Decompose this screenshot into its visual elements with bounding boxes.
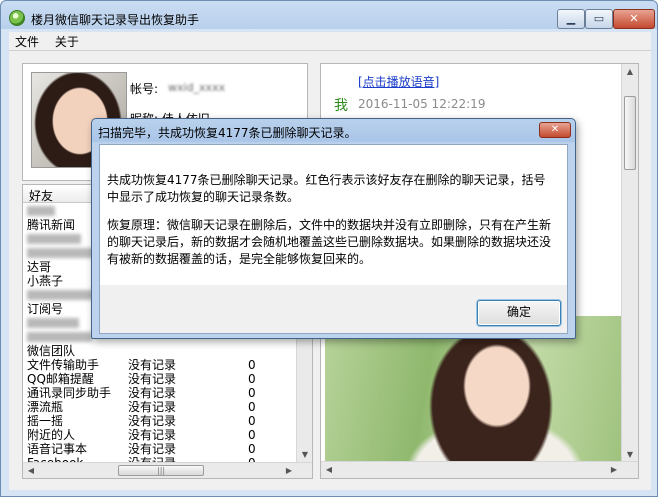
account-value: wxid_xxxx bbox=[168, 81, 226, 94]
dialog-message-principle: 恢复原理：微信聊天记录在删除后，文件中的数据块并没有立即删除，只有在产生新的聊天… bbox=[107, 218, 552, 266]
maximize-icon: ▭ bbox=[593, 12, 605, 25]
scroll-down-icon[interactable]: ▼ bbox=[297, 447, 312, 463]
scroll-right-icon[interactable]: ▶ bbox=[281, 463, 297, 478]
record-status: 没有记录 bbox=[128, 400, 177, 414]
sender-name: 我 bbox=[334, 98, 348, 114]
message-timestamp: 2016-11-05 12:22:19 bbox=[358, 97, 486, 111]
chat-vscrollbar[interactable]: ▲ ▼ bbox=[621, 64, 638, 463]
table-row[interactable]: 文件传输助手 没有记录 0 bbox=[23, 358, 297, 372]
chat-vscroll-thumb[interactable] bbox=[624, 96, 636, 170]
friend-name: 小燕子 bbox=[27, 274, 64, 288]
record-count: 0 bbox=[248, 358, 256, 372]
record-status: 没有记录 bbox=[128, 442, 177, 456]
table-row[interactable]: QQ邮箱提醒 没有记录 0 bbox=[23, 372, 297, 386]
friend-name: 通讯录同步助手 bbox=[27, 386, 112, 400]
menu-bar: 文件 关于 bbox=[9, 32, 651, 50]
minimize-button[interactable]: ▁ bbox=[557, 9, 585, 29]
dialog-close-button[interactable]: ✕ bbox=[539, 122, 571, 138]
friend-name bbox=[27, 248, 94, 258]
chat-hscrollbar[interactable]: ◀ ▶ bbox=[321, 461, 638, 478]
friend-name: 文件传输助手 bbox=[27, 358, 100, 372]
close-icon: ✕ bbox=[550, 124, 560, 135]
table-row[interactable]: 微信团队 bbox=[23, 344, 297, 358]
record-status: 没有记录 bbox=[128, 358, 177, 372]
friend-name bbox=[27, 234, 81, 244]
menu-file[interactable]: 文件 bbox=[9, 32, 45, 51]
window-title: 楼月微信聊天记录导出恢复助手 bbox=[31, 13, 200, 27]
friend-name bbox=[27, 318, 79, 328]
friend-name: 腾讯新闻 bbox=[27, 218, 76, 232]
record-status: 没有记录 bbox=[128, 414, 177, 428]
column-header-friend[interactable]: 好友 bbox=[29, 187, 53, 204]
friend-name: QQ邮箱提醒 bbox=[27, 372, 94, 386]
minimize-icon: ▁ bbox=[566, 12, 576, 25]
maximize-button[interactable]: ▭ bbox=[585, 9, 613, 29]
friend-name: 附近的人 bbox=[27, 428, 76, 442]
hscroll-thumb[interactable]: ||| bbox=[118, 465, 204, 476]
record-status: 没有记录 bbox=[128, 428, 177, 442]
title-bar: 楼月微信聊天记录导出恢复助手 ▁ ▭ ✕ bbox=[1, 1, 657, 32]
record-count: 0 bbox=[248, 400, 256, 414]
grip-icon: ||| bbox=[157, 466, 166, 475]
ok-button[interactable]: 确定 bbox=[477, 300, 561, 326]
friend-name: 订阅号 bbox=[27, 302, 64, 316]
table-row[interactable]: 语音记事本 没有记录 0 bbox=[23, 442, 297, 456]
friend-name bbox=[27, 332, 92, 342]
record-status: 没有记录 bbox=[128, 386, 177, 400]
friend-name: 达哥 bbox=[27, 260, 52, 274]
scroll-up-icon[interactable]: ▲ bbox=[622, 64, 638, 80]
dialog-body: 共成功恢复4177条已删除聊天记录。红色行表示该好友存在删除的聊天记录，括号中显… bbox=[99, 144, 568, 334]
record-count: 0 bbox=[248, 442, 256, 456]
dialog-message-result: 共成功恢复4177条已删除聊天记录。红色行表示该好友存在删除的聊天记录，括号中显… bbox=[107, 173, 546, 204]
close-icon: ✕ bbox=[629, 12, 639, 25]
dialog-message-area: 共成功恢复4177条已删除聊天记录。红色行表示该好友存在删除的聊天记录，括号中显… bbox=[100, 145, 567, 285]
table-row[interactable]: 通讯录同步助手 没有记录 0 bbox=[23, 386, 297, 400]
record-count: 0 bbox=[248, 428, 256, 442]
scan-complete-dialog: 扫描完毕，共成功恢复4177条已删除聊天记录。 ✕ 共成功恢复4177条已删除聊… bbox=[91, 118, 576, 339]
friend-name bbox=[27, 206, 55, 216]
play-voice-link[interactable]: [点击播放语音] bbox=[358, 73, 439, 90]
scroll-left-icon[interactable]: ◀ bbox=[23, 463, 39, 478]
friend-name bbox=[27, 290, 93, 300]
table-row[interactable]: 摇一摇 没有记录 0 bbox=[23, 414, 297, 428]
friend-name: 微信团队 bbox=[27, 344, 76, 358]
table-row[interactable]: 附近的人 没有记录 0 bbox=[23, 428, 297, 442]
menu-about[interactable]: 关于 bbox=[49, 32, 85, 51]
app-logo-icon bbox=[9, 10, 25, 26]
scroll-left-icon[interactable]: ◀ bbox=[321, 462, 337, 478]
friend-name: 摇一摇 bbox=[27, 414, 64, 428]
friend-name: 漂流瓶 bbox=[27, 400, 64, 414]
record-count: 0 bbox=[248, 372, 256, 386]
friend-name: 语音记事本 bbox=[27, 442, 88, 456]
record-count: 0 bbox=[248, 414, 256, 428]
close-button[interactable]: ✕ bbox=[613, 9, 655, 29]
record-status: 没有记录 bbox=[128, 372, 177, 386]
record-count: 0 bbox=[248, 386, 256, 400]
table-row[interactable]: 漂流瓶 没有记录 0 bbox=[23, 400, 297, 414]
friend-list-hscrollbar[interactable]: ◀ ||| ▶ bbox=[23, 462, 312, 478]
dialog-title: 扫描完毕，共成功恢复4177条已删除聊天记录。 bbox=[98, 126, 357, 140]
account-label: 帐号: bbox=[130, 82, 159, 96]
scroll-right-icon[interactable]: ▶ bbox=[606, 462, 622, 478]
